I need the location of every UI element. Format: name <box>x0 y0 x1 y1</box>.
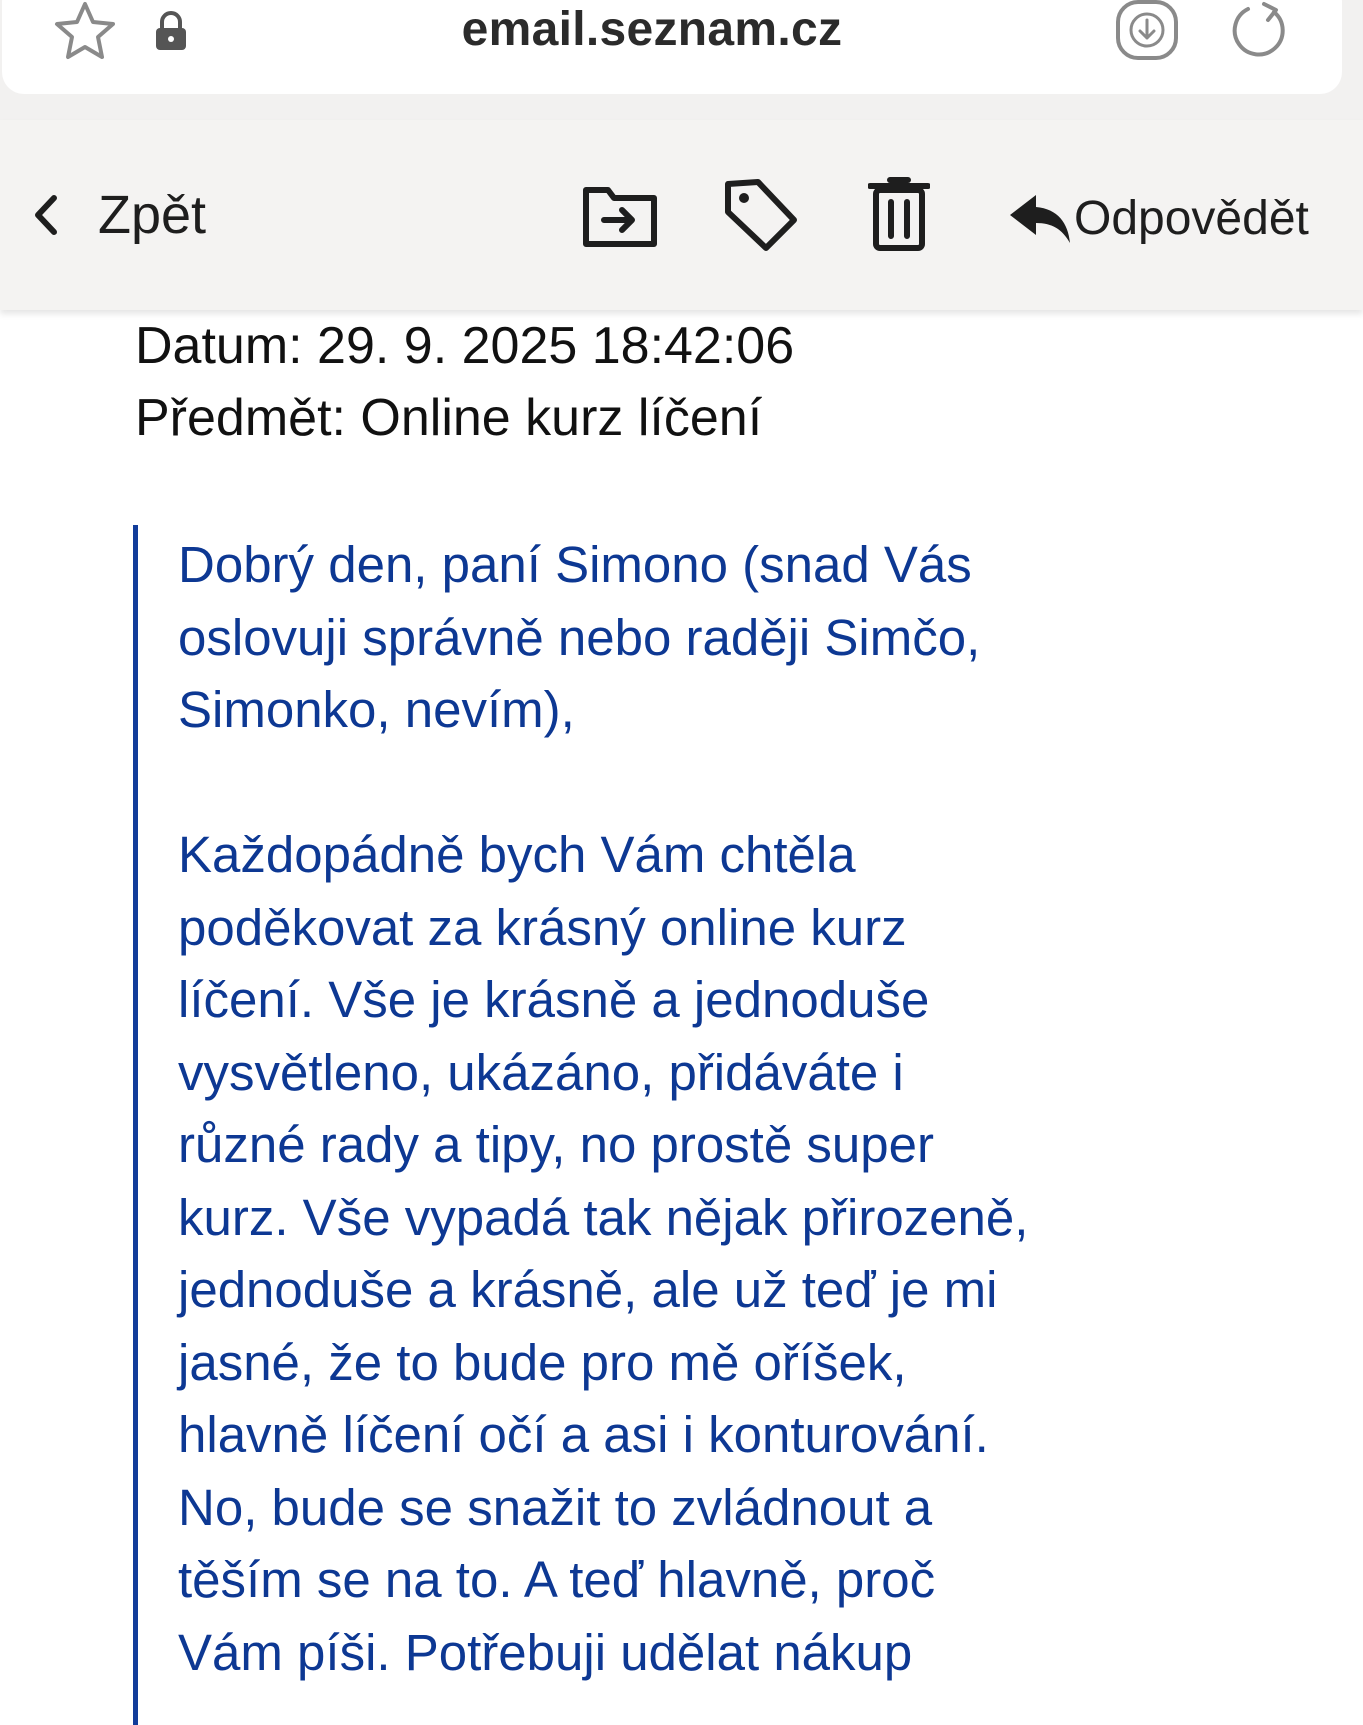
text-line: poděkovat za krásný online kurz <box>178 898 907 956</box>
url-text[interactable]: email.seznam.cz <box>2 2 1302 57</box>
mail-toolbar: Zpět Odpovědět <box>0 120 1363 310</box>
text-line: různé rady a tipy, no prostě super <box>178 1116 934 1173</box>
quoted-message: Dobrý den, paní Simono (snad Vás oslovuj… <box>133 525 1238 1725</box>
text-line: jednoduše a krásně, ale už teď je mi <box>178 1261 998 1318</box>
quoted-text: Dobrý den, paní Simono (snad Vás oslovuj… <box>178 529 1218 1689</box>
text-line: Dobrý den, paní Simono (snad Vás <box>178 536 972 593</box>
chevron-left-icon <box>35 195 57 235</box>
reload-icon[interactable] <box>1226 0 1292 62</box>
reply-icon <box>1010 195 1070 243</box>
trash-icon[interactable] <box>868 176 930 252</box>
text-line: jasné, že to bude pro mě oříšek, <box>178 1333 907 1391</box>
back-button[interactable]: Zpět <box>28 175 206 255</box>
move-to-folder-icon[interactable] <box>582 180 658 250</box>
text-line: kurz. Vše vypadá tak nějak přirozeně, <box>178 1188 1029 1246</box>
reply-button[interactable]: Odpovědět <box>1006 178 1309 258</box>
message-meta: Datum: 29. 9. 2025 18:42:06 Předmět: Onl… <box>135 310 794 454</box>
reply-label: Odpovědět <box>1074 191 1309 245</box>
text-line: Simonko, nevím), <box>178 681 575 738</box>
text-line: No, bude se snažit to zvládnout a <box>178 1478 933 1536</box>
text-line: Každopádně bych Vám chtěla <box>178 826 856 883</box>
address-bar[interactable]: email.seznam.cz <box>2 0 1342 94</box>
text-line: hlavně líčení očí a asi i konturování. <box>178 1406 989 1463</box>
tag-icon[interactable] <box>722 176 800 254</box>
quote-paragraph-1: Dobrý den, paní Simono (snad Vás oslovuj… <box>178 529 1218 747</box>
quote-paragraph-2: Každopádně bych Vám chtěla poděkovat za … <box>178 819 1218 1689</box>
text-line: líčení. Vše je krásně a jednoduše <box>178 971 930 1028</box>
text-line: oslovuji správně nebo raději Simčo, <box>178 608 981 666</box>
back-label: Zpět <box>98 185 207 245</box>
message-subject: Předmět: Online kurz líčení <box>135 389 763 447</box>
text-line: těším se na to. A teď hlavně, proč <box>178 1551 936 1608</box>
download-icon[interactable] <box>1114 0 1180 62</box>
text-line: vysvětleno, ukázáno, přidáváte i <box>178 1043 904 1101</box>
message-date: Datum: 29. 9. 2025 18:42:06 <box>135 317 795 375</box>
browser-chrome: email.seznam.cz <box>0 0 1363 120</box>
text-line: Vám píši. Potřebuji udělat nákup <box>178 1623 913 1681</box>
